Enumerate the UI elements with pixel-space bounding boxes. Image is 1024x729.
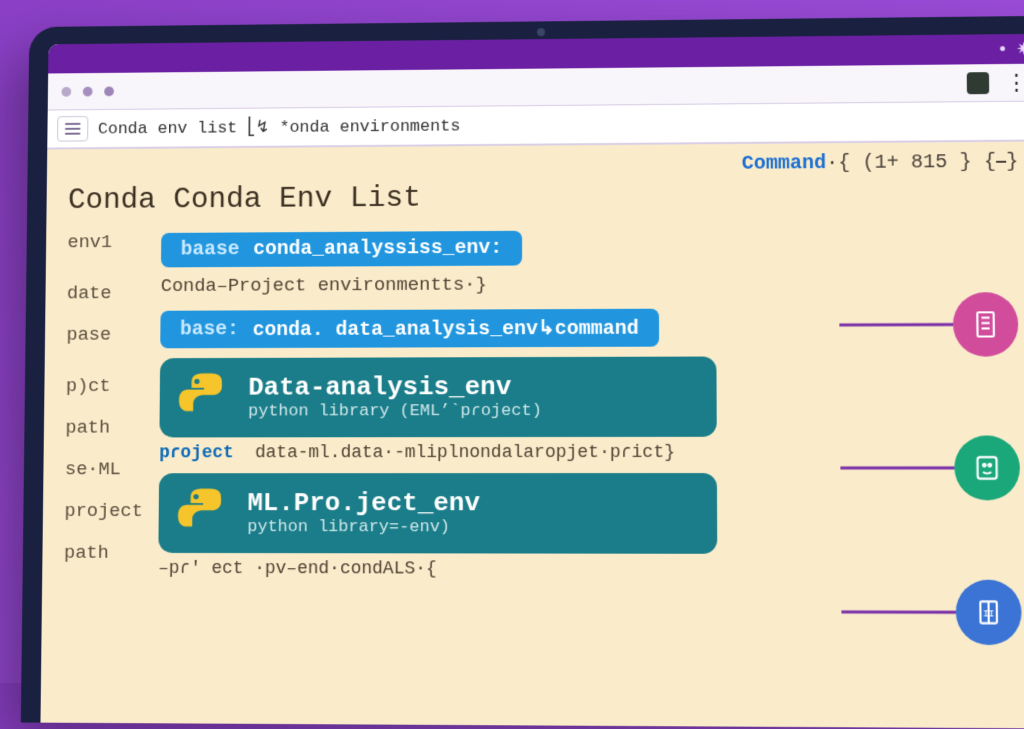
titlebar-dot-icon: •: [999, 39, 1006, 60]
url-text[interactable]: Conda env list ⎣↯ *onda environments: [98, 115, 461, 139]
app-window: • ✷ ⋮ Conda env list ⎣↯ *onda environmen…: [40, 34, 1024, 729]
side-label: path: [64, 543, 159, 563]
side-label: date: [67, 284, 161, 304]
main-column: baase conda_analyssiss_env: Conda–Projec…: [158, 228, 1024, 581]
side-label: se·ML: [65, 460, 159, 480]
side-label: project: [64, 502, 158, 522]
pill-label: base:: [180, 318, 239, 341]
callout-doc-icon[interactable]: [953, 292, 1019, 357]
pill-value: conda_analyssiss_env:: [253, 237, 502, 261]
command-word: Command: [742, 152, 827, 176]
command-extra: ·{ (1+ 815 } {⎯}: [826, 151, 1018, 175]
caption-line: Conda–Project environmentts·}: [161, 271, 1024, 297]
card-title: ML.Pro.ject_env: [247, 488, 480, 518]
laptop-frame: • ✷ ⋮ Conda env list ⎣↯ *onda environmen…: [21, 16, 1024, 729]
content-area: Command·{ (1+ 815 } {⎯} Conda Conda Env …: [40, 141, 1024, 728]
callout-book-icon[interactable]: II: [956, 580, 1022, 646]
env-pill-base2[interactable]: base: conda. data_analysis_env↳command: [160, 309, 659, 349]
window-control-icon[interactable]: [61, 86, 71, 96]
pill-label: baase: [181, 238, 240, 261]
page-title: Conda Conda Env List: [68, 178, 1024, 218]
side-label: pase: [66, 325, 160, 345]
window-control-icon[interactable]: [83, 86, 93, 96]
env-pill-base[interactable]: baase conda_analyssiss_env:: [161, 231, 522, 268]
card-title: Data-analysis_env: [248, 371, 542, 402]
callout-face-icon[interactable]: [954, 435, 1020, 500]
env-card-data-analysis[interactable]: Data-analysis_env python library (EML’`p…: [159, 356, 716, 437]
hamburger-icon[interactable]: [57, 116, 88, 142]
extension-icon[interactable]: [967, 72, 990, 94]
python-logo-icon: [174, 483, 232, 541]
side-labels: env1 date pase p)ct path se·ML project p…: [64, 233, 162, 595]
card-subtitle: python library=-env): [247, 518, 480, 537]
inter-line: pɾoject data-ml.data·-mliplnondalaropjet…: [159, 443, 1024, 464]
side-label: env1: [67, 233, 161, 253]
footer-line: –pɾ' ect ·pv–end·condALS·{: [158, 559, 1024, 581]
menu-dots-icon[interactable]: ⋮: [1001, 69, 1024, 95]
side-label: path: [65, 418, 159, 438]
window-control-icon[interactable]: [104, 86, 114, 96]
env-card-ml-project[interactable]: ML.Pro.ject_env python library=-env): [158, 473, 717, 554]
command-badge: Command·{ (1+ 815 } {⎯}: [742, 150, 1019, 176]
card-subtitle: python library (EML’`pɾoject): [248, 401, 542, 420]
camera-dot: [537, 28, 545, 36]
svg-text:II: II: [983, 608, 995, 619]
titlebar-star-icon: ✷: [1016, 38, 1024, 59]
callout-column: II: [953, 292, 1022, 645]
pill-value: conda. data_analysis_env↳command: [253, 315, 639, 342]
side-label: p)ct: [66, 377, 160, 397]
python-logo-icon: [175, 368, 232, 426]
